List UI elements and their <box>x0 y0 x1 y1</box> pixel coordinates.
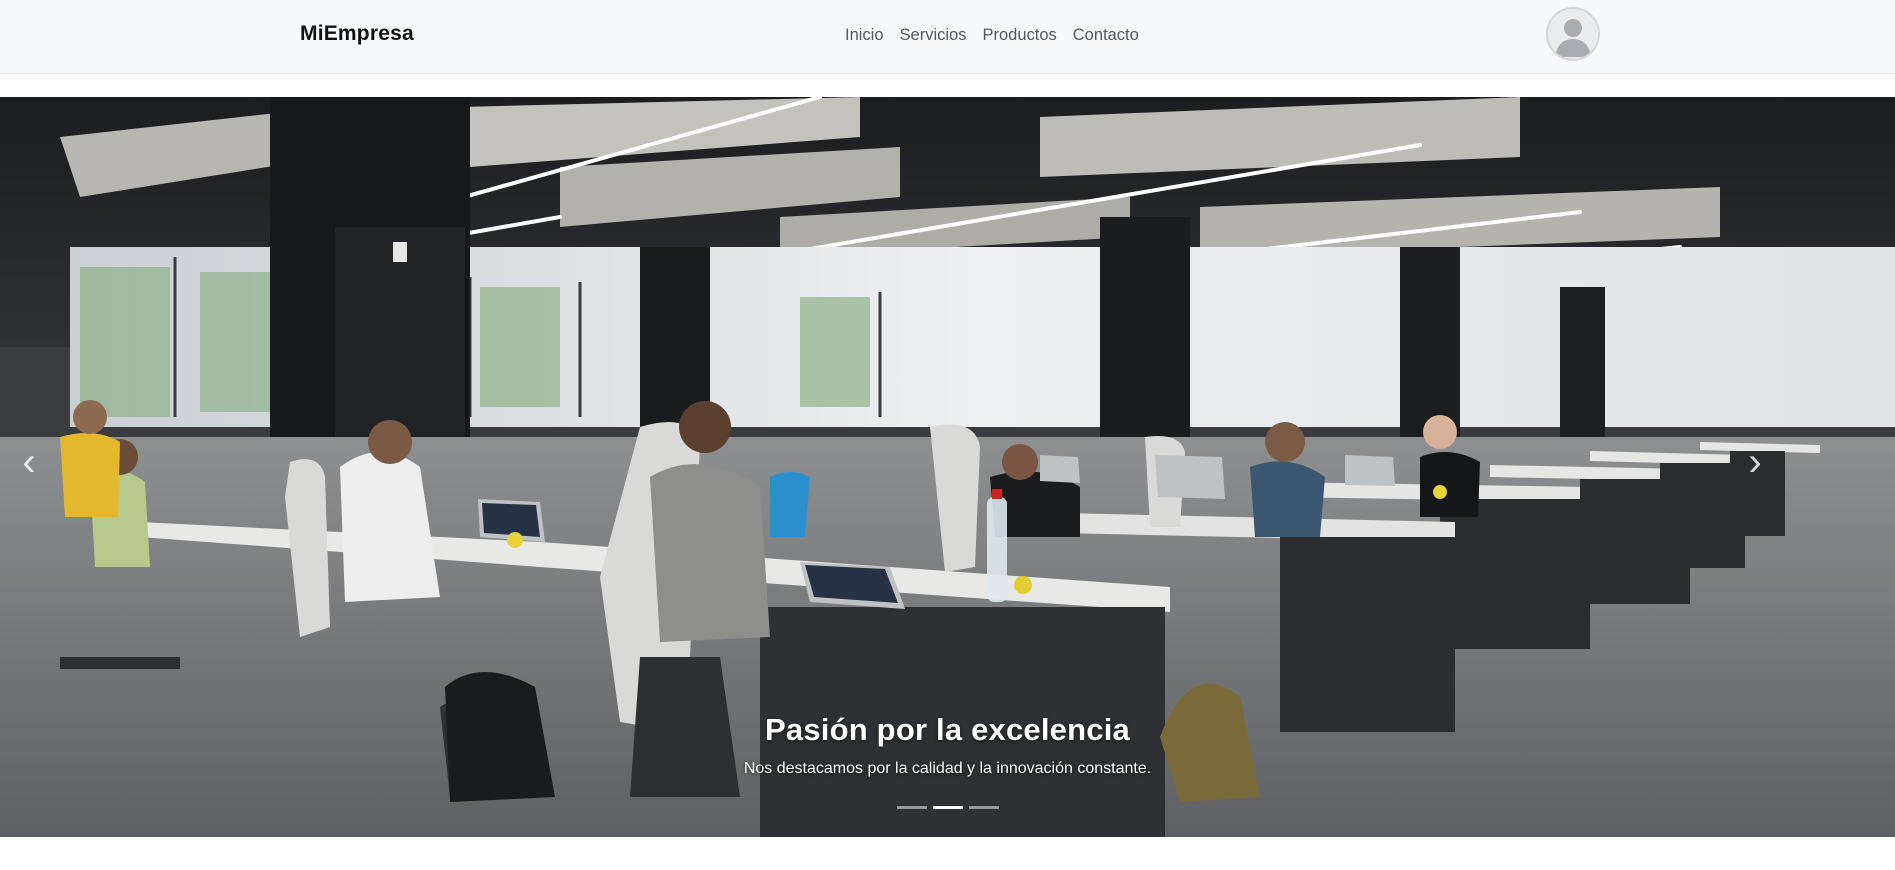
nav-links: Inicio Servicios Productos Contacto <box>845 26 1139 45</box>
nav-link-inicio[interactable]: Inicio <box>845 26 884 44</box>
chevron-left-icon: ‹ <box>22 440 36 484</box>
nav-item-contacto: Contacto <box>1073 26 1139 45</box>
user-avatar-icon <box>1555 19 1591 57</box>
carousel-indicator-2[interactable] <box>932 806 963 809</box>
nav-item-inicio: Inicio <box>845 26 884 45</box>
slide-title: Pasión por la excelencia <box>765 712 1130 747</box>
chevron-right-icon: › <box>1748 440 1762 484</box>
nav-item-productos: Productos <box>982 26 1056 45</box>
user-avatar[interactable] <box>1546 7 1600 61</box>
carousel-indicators <box>0 806 1895 809</box>
carousel-indicator-1[interactable] <box>896 806 927 809</box>
carousel-caption: Pasión por la excelencia Nos destacamos … <box>0 712 1895 778</box>
nav-link-contacto[interactable]: Contacto <box>1073 26 1139 44</box>
carousel-next-control[interactable]: › <box>1740 437 1770 487</box>
brand-logo-link[interactable]: MiEmpresa <box>300 22 414 46</box>
carousel-prev-control[interactable]: ‹ <box>14 437 44 487</box>
top-navbar: MiEmpresa Inicio Servicios Productos Con… <box>0 0 1895 74</box>
hero-carousel: ‹ › Pasión por la excelencia Nos destaca… <box>0 97 1895 837</box>
slide-text: Nos destacamos por la calidad y la innov… <box>743 760 1152 777</box>
nav-item-servicios: Servicios <box>900 26 967 45</box>
carousel-indicator-3[interactable] <box>968 806 999 809</box>
nav-link-servicios[interactable]: Servicios <box>900 26 967 44</box>
nav-link-productos[interactable]: Productos <box>982 26 1056 44</box>
